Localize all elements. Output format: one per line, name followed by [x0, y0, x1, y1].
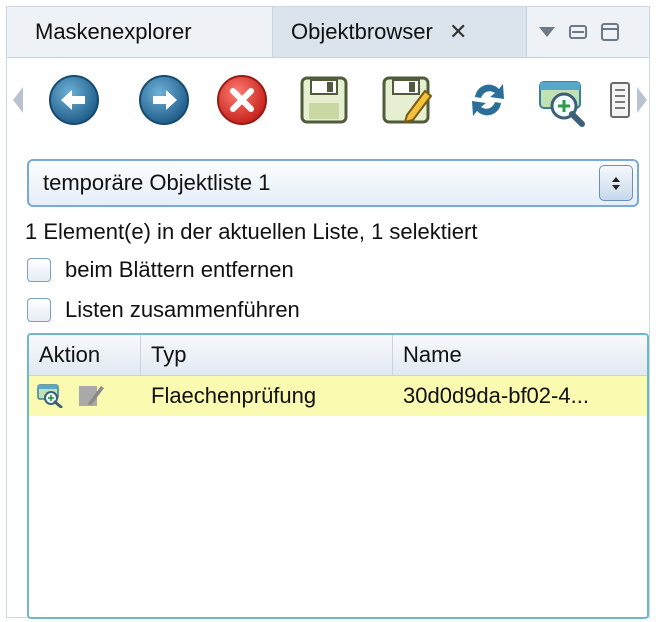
column-header-typ[interactable]: Typ	[141, 335, 393, 375]
checkbox-merge-lists[interactable]: Listen zusammenführen	[27, 297, 300, 323]
checkbox-label: Listen zusammenführen	[65, 297, 300, 322]
tab-bar: Maskenexplorer Objektbrowser ✕	[7, 7, 649, 58]
back-icon[interactable]	[45, 71, 103, 129]
maximize-icon[interactable]	[601, 23, 619, 41]
toolbar	[7, 63, 649, 147]
view-menu-icon[interactable]	[539, 27, 555, 37]
minimize-icon[interactable]	[569, 25, 587, 39]
column-header-name[interactable]: Name	[393, 335, 647, 375]
forward-icon[interactable]	[135, 71, 193, 129]
row-actions	[37, 382, 105, 413]
delete-icon[interactable]	[213, 71, 271, 129]
object-table: Aktion Typ Name Flaechenprüfung 30d0d9da…	[27, 333, 649, 619]
tab-maskenexplorer[interactable]: Maskenexplorer	[17, 7, 272, 57]
scroll-left-icon[interactable]	[11, 71, 25, 129]
objektbrowser-panel: Maskenexplorer Objektbrowser ✕ temporäre…	[6, 6, 650, 619]
edit-icon[interactable]	[77, 382, 105, 413]
checkbox-box[interactable]	[27, 258, 51, 282]
column-header-aktion[interactable]: Aktion	[29, 335, 141, 375]
view-controls	[539, 7, 619, 57]
save-icon[interactable]	[295, 71, 353, 129]
object-list-select-value: temporäre Objektliste 1	[43, 170, 271, 195]
panel-icon[interactable]	[605, 71, 635, 129]
tab-objektbrowser[interactable]: Objektbrowser ✕	[272, 7, 527, 57]
save-as-icon[interactable]	[379, 71, 437, 129]
checkbox-remove-on-paging[interactable]: beim Blättern entfernen	[27, 257, 294, 283]
checkbox-box[interactable]	[27, 298, 51, 322]
table-row[interactable]: Flaechenprüfung 30d0d9da-bf02-4...	[29, 376, 647, 416]
updown-arrow-icon[interactable]	[599, 165, 633, 201]
checkbox-label: beim Blättern entfernen	[65, 257, 294, 282]
list-status-text: 1 Element(e) in der aktuellen Liste, 1 s…	[25, 219, 478, 244]
object-list-select[interactable]: temporäre Objektliste 1	[27, 159, 639, 207]
zoom-map-icon[interactable]	[37, 382, 65, 413]
tab-label: Objektbrowser	[291, 19, 433, 44]
table-header: Aktion Typ Name	[29, 335, 647, 376]
refresh-icon[interactable]	[459, 71, 517, 129]
tab-label: Maskenexplorer	[35, 19, 192, 44]
scroll-right-icon[interactable]	[635, 71, 649, 129]
close-icon[interactable]: ✕	[449, 19, 467, 44]
cell-name: 30d0d9da-bf02-4...	[403, 383, 589, 408]
zoom-map-icon[interactable]	[535, 71, 593, 129]
cell-typ: Flaechenprüfung	[151, 383, 317, 408]
